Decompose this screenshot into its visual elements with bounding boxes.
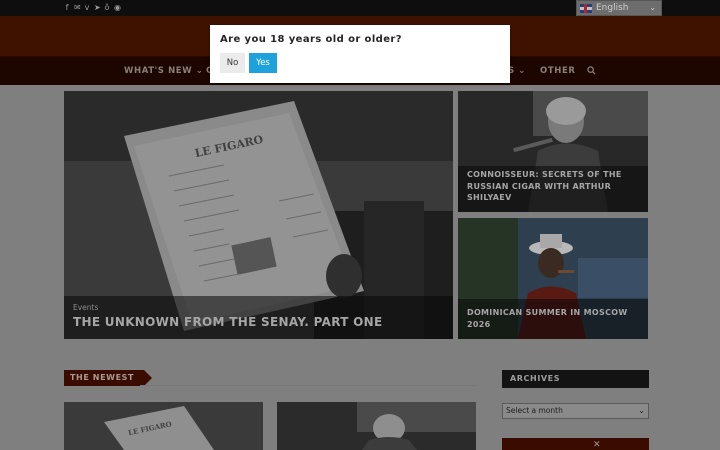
featured-main-article[interactable]: LE FIGARO Events THE UNKNOWN FROM THE SE… <box>64 91 453 339</box>
odnoklassniki-icon[interactable]: ǒ <box>104 3 110 12</box>
sidebar-widget <box>502 438 649 450</box>
thumbnail-image: LE FIGARO <box>64 402 263 450</box>
search-icon[interactable] <box>587 66 596 75</box>
newest-article-thumbnail[interactable] <box>277 402 476 450</box>
telegram-icon[interactable]: ➤ <box>94 3 101 12</box>
chevron-down-icon: ⌄ <box>649 3 656 12</box>
nav-item-whats-new[interactable]: WHAT'S NEW ⌄ <box>124 66 203 76</box>
top-bar: f ✉ ᴠ ➤ ǒ ◉ English ⌄ <box>0 0 720 16</box>
featured-side-article[interactable]: CONNOISSEUR: SECRETS OF THE RUSSIAN CIGA… <box>458 91 648 212</box>
language-selector[interactable]: English ⌄ <box>576 0 662 16</box>
article-title[interactable]: THE UNKNOWN FROM THE SENAY. PART ONE <box>73 315 383 329</box>
thumbnail-image <box>277 402 476 450</box>
age-verification-modal: Are you 18 years old or older? No Yes <box>210 25 510 83</box>
section-heading-newest: THE NEWEST <box>64 370 153 386</box>
divider <box>140 385 477 386</box>
newest-article-thumbnail[interactable]: LE FIGARO <box>64 402 263 450</box>
email-icon[interactable]: ✉ <box>74 3 81 12</box>
select-value: Select a month <box>506 406 563 415</box>
close-icon[interactable]: ✕ <box>593 441 601 450</box>
nav-item-other[interactable]: OTHER <box>540 66 576 76</box>
chevron-down-icon: ⌄ <box>638 406 645 415</box>
archives-heading: ARCHIVES <box>502 370 649 388</box>
nav-item-s[interactable]: S ⌄ <box>508 66 526 76</box>
modal-question: Are you 18 years old or older? <box>220 34 402 45</box>
language-label: English <box>596 3 629 13</box>
pinterest-icon[interactable]: ◉ <box>114 3 121 12</box>
no-button[interactable]: No <box>220 53 245 73</box>
nav-item-label: WHAT'S NEW <box>124 66 193 76</box>
facebook-icon[interactable]: f <box>64 3 70 12</box>
article-category[interactable]: Events <box>73 303 98 312</box>
article-title[interactable]: CONNOISSEUR: SECRETS OF THE RUSSIAN CIGA… <box>467 169 637 204</box>
social-links: f ✉ ᴠ ➤ ǒ ◉ <box>64 3 121 12</box>
yes-button[interactable]: Yes <box>249 53 277 73</box>
vk-icon[interactable]: ᴠ <box>84 3 90 12</box>
article-title[interactable]: DOMINICAN SUMMER IN MOSCOW 2026 <box>467 307 637 331</box>
uk-flag-icon <box>580 3 592 13</box>
featured-side-article[interactable]: DOMINICAN SUMMER IN MOSCOW 2026 <box>458 218 648 339</box>
archive-month-select[interactable]: Select a month ⌄ <box>502 403 649 419</box>
